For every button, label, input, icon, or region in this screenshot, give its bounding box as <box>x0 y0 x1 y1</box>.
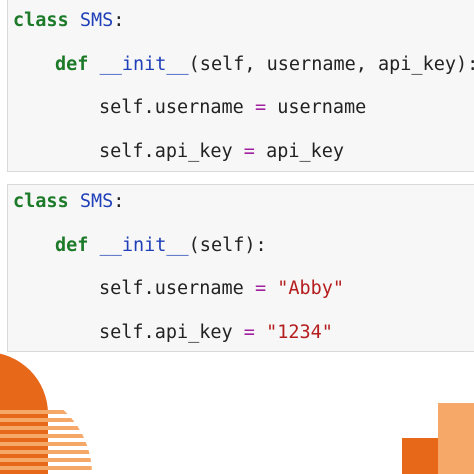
decorative-light-orange-bar <box>438 403 474 474</box>
keyword-class: class <box>13 191 69 212</box>
assign-target: self.api_key <box>99 322 233 343</box>
code-line-class: class SMS: <box>13 191 124 213</box>
code-line-def: def __init__(self, username, api_key): <box>55 54 474 76</box>
method-args: (self, username, api_key): <box>188 54 474 75</box>
string-literal: "1234" <box>266 322 333 343</box>
code-line-assign-username: self.username = username <box>99 97 366 119</box>
code-block-hardcoded: class SMS: def __init__(self): self.user… <box>7 184 474 352</box>
assign-value: api_key <box>266 141 345 162</box>
class-name: SMS <box>79 191 114 212</box>
keyword-def: def <box>55 54 89 75</box>
colon: : <box>113 10 125 31</box>
class-name: SMS <box>79 10 114 31</box>
assign-operator: = <box>243 322 255 343</box>
code-line-assign-username: self.username = "Abby" <box>99 278 344 300</box>
method-args: (self): <box>188 235 267 256</box>
assign-value: username <box>277 97 367 118</box>
assign-operator: = <box>254 278 267 299</box>
assign-target: self.api_key <box>99 141 233 162</box>
code-line-assign-api-key: self.api_key = "1234" <box>99 322 333 344</box>
assign-target: self.username <box>99 97 244 118</box>
slide: class SMS: def __init__(self, username, … <box>0 0 474 474</box>
code-line-assign-api-key: self.api_key = api_key <box>99 141 344 163</box>
assign-operator: = <box>254 97 267 118</box>
method-name: __init__ <box>99 54 189 75</box>
decorative-striped-circle <box>0 408 92 474</box>
assign-target: self.username <box>99 278 244 299</box>
colon: : <box>113 191 125 212</box>
method-name: __init__ <box>99 235 189 256</box>
decorative-orange-square <box>402 438 438 474</box>
keyword-class: class <box>13 10 69 31</box>
code-block-with-params: class SMS: def __init__(self, username, … <box>7 0 474 172</box>
code-line-class: class SMS: <box>13 10 124 32</box>
assign-operator: = <box>243 141 255 162</box>
string-literal: "Abby" <box>277 278 345 299</box>
keyword-def: def <box>55 235 89 256</box>
code-line-def: def __init__(self): <box>55 235 267 257</box>
